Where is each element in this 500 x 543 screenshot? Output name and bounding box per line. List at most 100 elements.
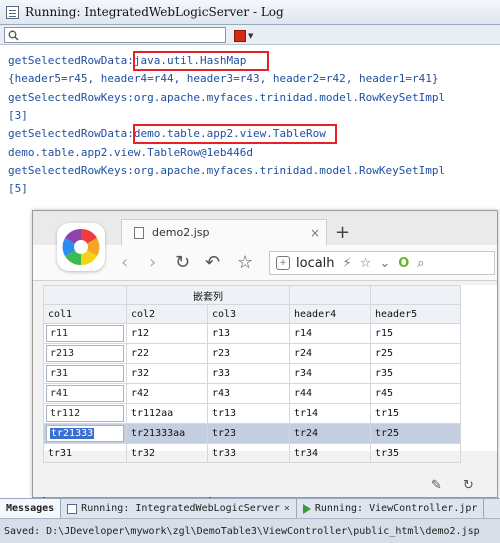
table-cell: tr21333aa: [126, 423, 208, 444]
table-cell: r12: [126, 323, 208, 344]
data-table-container: 嵌套列 col1 col2 col3 header4 header5 r11 r…: [43, 285, 497, 507]
column-header[interactable]: col3: [207, 304, 290, 324]
tab-label: Running: ViewController.jpr: [314, 503, 478, 514]
col1-input[interactable]: r11: [46, 325, 124, 342]
log-line: getSelectedRowKeys:org.apache.myfaces.tr…: [8, 91, 446, 104]
log-line: [5]: [8, 182, 28, 195]
log-toolbar: ▼: [0, 25, 500, 45]
flash-icon[interactable]: ⚡: [343, 256, 352, 271]
table-cell: r45: [370, 383, 461, 404]
search-engine-icon[interactable]: O: [398, 256, 409, 271]
log-line: {header5=r45, header4=r44, header3=r43, …: [8, 72, 439, 85]
table-cell: tr35: [370, 443, 461, 463]
col1-input[interactable]: tr21333: [46, 425, 124, 442]
table-cell: r44: [289, 383, 371, 404]
table-cell: tr33: [207, 443, 290, 463]
log-icon: [6, 5, 19, 19]
table-cell: r34: [289, 363, 371, 384]
pin-icon[interactable]: ✎: [431, 478, 442, 493]
log-icon: [67, 503, 78, 514]
table-cell: r42: [126, 383, 208, 404]
table-cell: r25: [370, 343, 461, 364]
table-cell: tr13: [207, 403, 290, 424]
table-cell: r43: [207, 383, 290, 404]
log-line: demo.table.app2.view.TableRow@1eb446d: [8, 146, 254, 159]
col1-input[interactable]: tr112: [46, 405, 124, 422]
security-shield-icon: +: [276, 256, 290, 270]
search-icon: [8, 30, 19, 41]
new-tab-button[interactable]: +: [335, 222, 350, 243]
table-cell: tr24: [289, 423, 371, 444]
table-row[interactable]: r41 r42 r43 r44 r45: [43, 383, 461, 404]
undo-icon[interactable]: ↶: [205, 253, 220, 273]
table-cell: r15: [370, 323, 461, 344]
table-cell: r13: [207, 323, 290, 344]
column-header[interactable]: header4: [289, 304, 371, 324]
forward-icon[interactable]: ›: [149, 253, 156, 273]
col1-input[interactable]: r41: [46, 385, 124, 402]
table-cell: r35: [370, 363, 461, 384]
column-header[interactable]: header5: [370, 304, 461, 324]
table-cell: tr31: [43, 443, 127, 463]
search-icon[interactable]: ⌕: [417, 256, 424, 271]
tab-label: Messages: [6, 503, 55, 514]
status-bar: Saved: D:\JDeveloper\mywork\zgl\DemoTabl…: [0, 518, 500, 543]
table-row[interactable]: r213 r22 r23 r24 r25: [43, 343, 461, 364]
table-cell: r22: [126, 343, 208, 364]
back-icon[interactable]: ‹: [121, 253, 128, 273]
table-cell: r14: [289, 323, 371, 344]
table-cell: tr15: [370, 403, 461, 424]
highlight-box: [133, 51, 269, 71]
stop-button[interactable]: ▼: [234, 28, 258, 43]
ide-bottom-tabs: Messages Running: IntegratedWebLogicServ…: [0, 498, 500, 519]
tab-running-server[interactable]: Running: IntegratedWebLogicServer ×: [61, 498, 297, 519]
col1-input[interactable]: r31: [46, 365, 124, 382]
tab-running-viewcontroller[interactable]: Running: ViewController.jpr: [297, 498, 485, 519]
log-line: getSelectedRowKeys:org.apache.myfaces.tr…: [8, 164, 446, 177]
column-header[interactable]: col1: [43, 304, 127, 324]
data-table: 嵌套列 col1 col2 col3 header4 header5 r11 r…: [43, 285, 461, 463]
reload-icon[interactable]: ↻: [175, 253, 190, 273]
page-icon: [134, 226, 144, 239]
stop-icon: [234, 29, 246, 42]
table-row[interactable]: r11 r12 r13 r14 r15: [43, 323, 461, 344]
table-cell: tr34: [289, 443, 371, 463]
table-row-selected[interactable]: tr21333 tr21333aa tr23 tr24 tr25: [43, 423, 461, 444]
dropdown-arrow-icon: ▼: [248, 31, 254, 40]
log-window-title: Running: IntegratedWebLogicServer - Log: [25, 5, 284, 19]
log-search-input[interactable]: [19, 28, 219, 42]
bookmark-star-icon[interactable]: ☆: [237, 253, 253, 273]
address-bar[interactable]: + localh ⚡ ☆ ⌄ O ⌕: [269, 251, 495, 275]
column-header[interactable]: col2: [126, 304, 208, 324]
table-row[interactable]: r31 r32 r33 r34 r35: [43, 363, 461, 384]
table-cell: r33: [207, 363, 290, 384]
tab-label: Running: IntegratedWebLogicServer: [81, 503, 280, 514]
run-icon: [302, 503, 311, 514]
table-cell: tr14: [289, 403, 371, 424]
url-text: localh: [296, 255, 335, 271]
table-row[interactable]: tr112 tr112aa tr13 tr14 tr15: [43, 403, 461, 424]
browser-footer: ✎ ↻: [33, 473, 497, 497]
tab-messages[interactable]: Messages: [0, 498, 62, 519]
browser-tab[interactable]: demo2.jsp ×: [121, 219, 327, 245]
table-cell: r24: [289, 343, 371, 364]
table-cell: tr32: [126, 443, 208, 463]
browser-window: demo2.jsp × + ‹ › ↻ ↶ ☆ + localh ⚡ ☆ ⌄ O…: [32, 210, 498, 507]
table-cell: tr112aa: [126, 403, 208, 424]
log-search-box[interactable]: [4, 27, 226, 43]
close-tab-icon[interactable]: ×: [310, 226, 320, 240]
highlight-box: [133, 124, 337, 144]
table-row[interactable]: tr31 tr32 tr33 tr34 tr35: [43, 443, 461, 463]
log-line: [3]: [8, 109, 28, 122]
col1-input[interactable]: r213: [46, 345, 124, 362]
favorite-icon[interactable]: ☆: [360, 256, 372, 271]
chevron-down-icon[interactable]: ⌄: [379, 256, 390, 271]
selected-text: tr21333: [50, 428, 95, 439]
log-window-titlebar: Running: IntegratedWebLogicServer - Log: [0, 0, 500, 25]
table-cell: tr23: [207, 423, 290, 444]
table-cell: tr25: [370, 423, 461, 444]
refresh-icon[interactable]: ↻: [463, 478, 474, 493]
close-icon[interactable]: ×: [284, 503, 290, 514]
browser-logo: [57, 223, 105, 271]
tab-title: demo2.jsp: [152, 226, 210, 239]
